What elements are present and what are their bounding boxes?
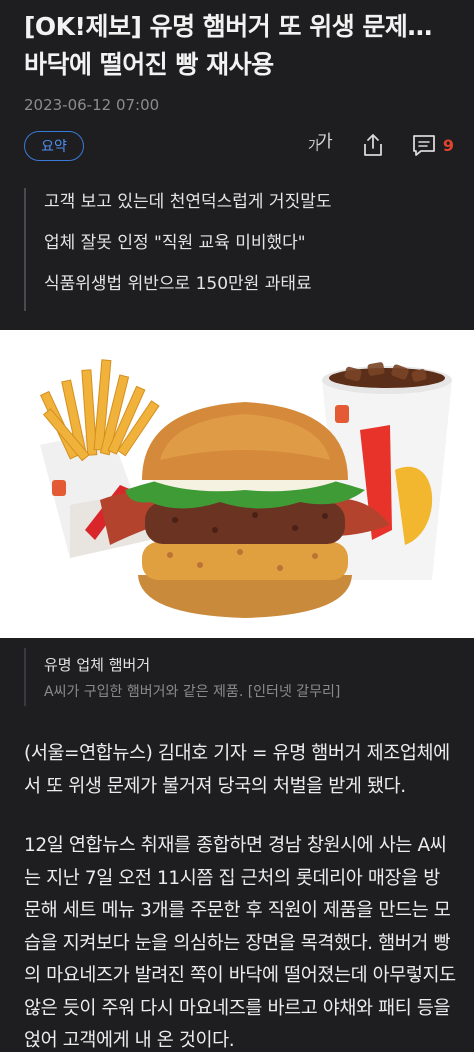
caption-title: 유명 업체 햄버거 — [44, 656, 151, 674]
font-size-icon: 가 가 — [308, 132, 333, 154]
share-icon — [363, 134, 382, 156]
article-body: (서울=연합뉴스) 김대호 기자 = 유명 햄버거 제조업체에서 또 위생 문제… — [24, 738, 456, 1052]
summary-item: 식품위생법 위반으로 150만원 과태료 — [44, 274, 312, 294]
comment-count: 9 — [442, 135, 454, 155]
photo-caption: 유명 업체 햄버거 A씨가 구입한 햄버거와 같은 제품. [인터넷 갈무리] — [24, 648, 450, 706]
font-size-button[interactable]: 가 가 — [305, 130, 335, 160]
article-headline: [OK!제보] 유명 햄버거 또 위생 문제…바닥에 떨어진 빵 재사용 — [24, 12, 432, 79]
summary-list: 고객 보고 있는데 천연덕스럽게 거짓말도 업체 잘못 인정 "직원 교육 미비… — [24, 188, 450, 311]
comment-icon — [412, 135, 435, 156]
summary-item: 고객 보고 있는데 천연덕스럽게 거짓말도 — [44, 192, 332, 212]
body-paragraph: (서울=연합뉴스) 김대호 기자 = 유명 햄버거 제조업체에서 또 위생 문제… — [24, 743, 450, 797]
summary-button[interactable]: 요약 — [24, 131, 84, 161]
body-paragraph: 12일 연합뉴스 취재를 종합하면 경남 창원시에 사는 A씨는 지난 7일 오… — [24, 835, 456, 1051]
article-photo — [0, 330, 474, 638]
article-toolbar: 가 가 9 — [305, 130, 454, 160]
summary-item: 업체 잘못 인정 "직원 교육 미비했다" — [44, 233, 306, 253]
caption-description: A씨가 구입한 햄버거와 같은 제품. [인터넷 갈무리] — [44, 684, 341, 700]
article-date: 2023-06-12 07:00 — [24, 96, 160, 114]
burger-set-illustration — [40, 359, 452, 618]
comments-button[interactable]: 9 — [411, 132, 454, 158]
share-button[interactable] — [359, 131, 387, 159]
font-size-large-glyph: 가 — [317, 132, 333, 152]
